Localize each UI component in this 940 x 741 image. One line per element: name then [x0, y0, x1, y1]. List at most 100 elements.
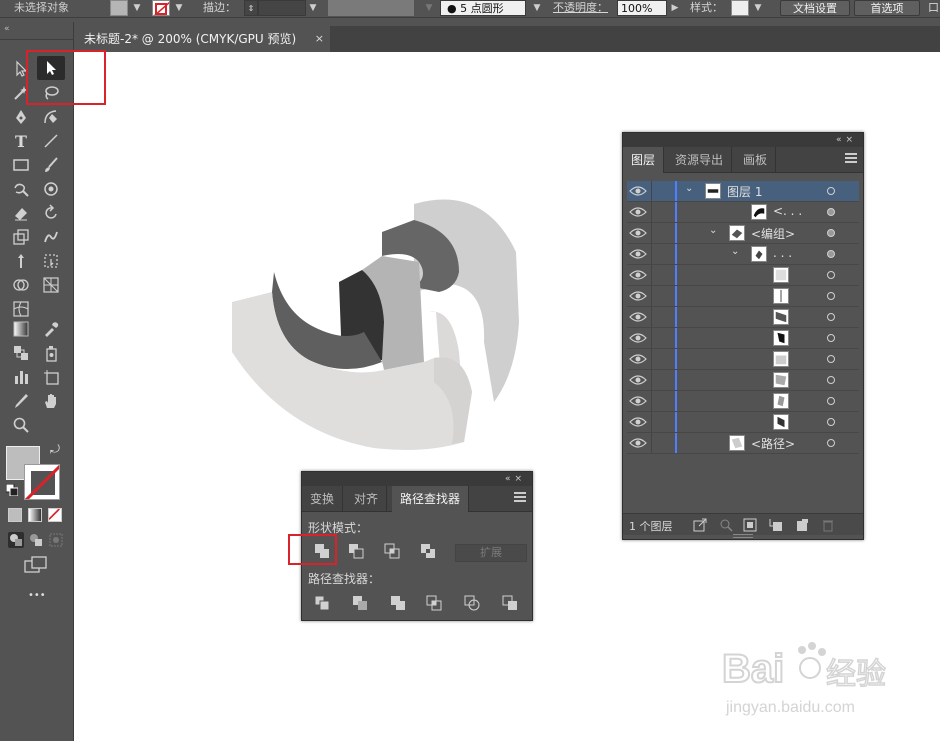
preferences-button[interactable]: 首选项: [854, 0, 920, 16]
pen-tool[interactable]: [8, 106, 34, 128]
visibility-eye-icon[interactable]: [629, 205, 647, 219]
lock-column[interactable]: [651, 286, 652, 306]
lock-column[interactable]: [651, 244, 652, 264]
color-mode-icon[interactable]: [8, 508, 22, 522]
slice-tool[interactable]: [8, 390, 34, 412]
target-circle-icon[interactable]: [827, 376, 835, 384]
scale-tool[interactable]: [8, 226, 34, 248]
lock-column[interactable]: [651, 412, 652, 432]
lock-column[interactable]: [651, 328, 652, 348]
variable-width-profile[interactable]: [328, 0, 414, 16]
new-layer-icon[interactable]: [795, 518, 809, 532]
layer-row[interactable]: ⌄ <编组>: [627, 223, 859, 244]
panel-header[interactable]: «×: [623, 133, 863, 147]
visibility-eye-icon[interactable]: [629, 226, 647, 240]
opacity-label[interactable]: 不透明度：: [553, 0, 615, 16]
minus-front-icon[interactable]: [344, 540, 368, 562]
expand-toggle-icon[interactable]: ⌄: [709, 225, 717, 236]
symbol-sprayer-tool[interactable]: [38, 342, 64, 364]
target-circle-icon[interactable]: [827, 187, 835, 195]
layer-name[interactable]: 图层 1: [727, 183, 762, 200]
opacity-input[interactable]: 100%: [617, 0, 667, 16]
blob-brush-tool[interactable]: [38, 178, 64, 200]
panel-menu-icon[interactable]: [514, 492, 526, 502]
draw-normal-icon[interactable]: [8, 532, 24, 548]
stroke-weight-input[interactable]: [258, 0, 306, 16]
artboard-tool[interactable]: [38, 366, 64, 388]
tab-align[interactable]: 对齐: [346, 486, 388, 512]
chevron-down-icon[interactable]: ▼: [130, 0, 144, 16]
layer-row[interactable]: <. . .: [627, 202, 859, 223]
visibility-eye-icon[interactable]: [629, 373, 647, 387]
lasso-tool[interactable]: [38, 82, 64, 104]
visibility-eye-icon[interactable]: [629, 247, 647, 261]
layer-name[interactable]: <路径>: [751, 435, 795, 452]
delete-icon[interactable]: [821, 518, 835, 532]
paintbrush-tool[interactable]: [38, 154, 64, 176]
gradient-mode-icon[interactable]: [28, 508, 42, 522]
column-graph-tool[interactable]: [8, 366, 34, 388]
draw-inside-icon[interactable]: [48, 532, 64, 548]
none-mode-icon[interactable]: [48, 508, 62, 522]
hand-tool[interactable]: [38, 390, 64, 412]
visibility-eye-icon[interactable]: [629, 352, 647, 366]
lock-column[interactable]: [651, 181, 652, 201]
line-segment-tool[interactable]: [38, 130, 64, 152]
locate-object-icon[interactable]: [719, 518, 733, 532]
panel-collapse-close-icons[interactable]: «×: [505, 472, 526, 486]
default-fill-stroke-icon[interactable]: [5, 483, 19, 497]
mesh-tool[interactable]: [8, 298, 34, 320]
free-transform-tool[interactable]: [38, 250, 64, 272]
visibility-eye-icon[interactable]: [629, 268, 647, 282]
lock-column[interactable]: [651, 202, 652, 222]
target-circle-icon[interactable]: [827, 208, 835, 216]
layer-name[interactable]: . . .: [773, 246, 792, 260]
layer-row[interactable]: [627, 307, 859, 328]
layer-row[interactable]: [627, 349, 859, 370]
shape-builder-tool[interactable]: [8, 274, 34, 296]
visibility-eye-icon[interactable]: [629, 394, 647, 408]
lock-column[interactable]: [651, 349, 652, 369]
layer-row[interactable]: [627, 328, 859, 349]
tab-artboards[interactable]: 画板: [735, 147, 777, 173]
chevron-down-icon[interactable]: ▼: [422, 0, 436, 16]
layer-row[interactable]: ⌄ 图层 1: [627, 181, 859, 202]
expand-button[interactable]: 扩展: [455, 544, 527, 562]
fill-color-swatch[interactable]: [110, 0, 128, 16]
draw-behind-icon[interactable]: [28, 532, 44, 548]
visibility-eye-icon[interactable]: [629, 289, 647, 303]
rotate-tool[interactable]: [38, 202, 64, 224]
layer-row[interactable]: [627, 265, 859, 286]
tab-transform[interactable]: 变换: [302, 486, 344, 512]
tab-asset-export[interactable]: 资源导出: [667, 147, 733, 173]
merge-icon[interactable]: [386, 592, 410, 614]
screen-mode-icon[interactable]: [24, 556, 48, 574]
panel-header[interactable]: «×: [302, 472, 532, 486]
stroke-color-swatch[interactable]: [152, 0, 170, 16]
swap-fill-stroke-icon[interactable]: ⤾: [50, 442, 60, 457]
chevron-down-icon[interactable]: ▼: [751, 0, 765, 16]
lock-column[interactable]: [651, 391, 652, 411]
layer-row[interactable]: <路径>: [627, 433, 859, 454]
toolbar-grip[interactable]: [0, 34, 74, 40]
visibility-eye-icon[interactable]: [629, 331, 647, 345]
target-circle-icon[interactable]: [827, 355, 835, 363]
document-setup-button[interactable]: 文档设置: [780, 0, 850, 16]
blend-tool[interactable]: [8, 342, 34, 364]
direct-selection-tool[interactable]: [37, 56, 65, 80]
layer-row[interactable]: [627, 412, 859, 433]
outline-icon[interactable]: [460, 592, 484, 614]
width-tool[interactable]: [8, 250, 34, 272]
edit-toolbar-icon[interactable]: •••: [28, 590, 46, 601]
visibility-eye-icon[interactable]: [629, 415, 647, 429]
isometric-number-3-artwork[interactable]: [224, 192, 524, 452]
collapse-panel-icon[interactable]: «: [4, 24, 10, 34]
chevron-down-icon[interactable]: ▼: [172, 0, 186, 16]
eraser-tool[interactable]: [8, 202, 34, 224]
crop-icon[interactable]: [422, 592, 446, 614]
stroke-swatch[interactable]: [24, 464, 60, 500]
intersect-icon[interactable]: [380, 540, 404, 562]
graphic-style-swatch[interactable]: [731, 0, 749, 16]
minus-back-icon[interactable]: [498, 592, 522, 614]
chevron-down-icon[interactable]: ▼: [306, 0, 320, 16]
